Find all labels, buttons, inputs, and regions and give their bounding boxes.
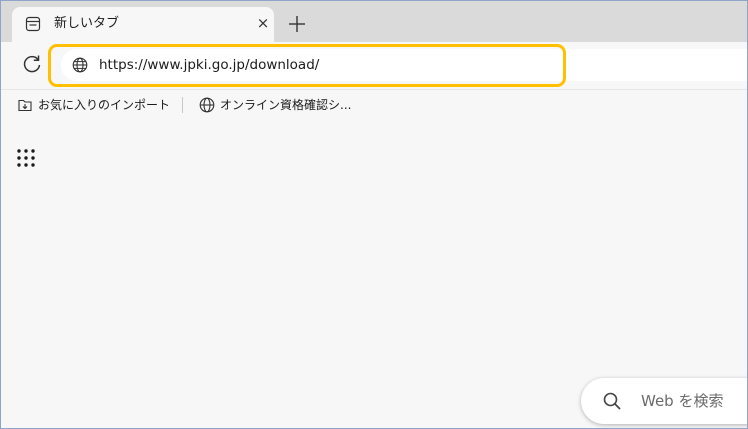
reload-button[interactable] xyxy=(21,53,43,75)
tab-strip: 新しいタブ × xyxy=(1,1,747,42)
toolbar: https://www.jpki.go.jp/download/ xyxy=(1,42,747,88)
browser-window: 新しいタブ × https://www.jpki.go.jp/download/… xyxy=(0,0,748,429)
import-favorites-icon xyxy=(18,99,32,112)
web-search-box[interactable]: Web を検索 xyxy=(581,378,747,424)
search-placeholder: Web を検索 xyxy=(641,392,724,410)
globe-icon xyxy=(199,97,215,113)
close-tab-icon[interactable]: × xyxy=(254,14,272,32)
url-text: https://www.jpki.go.jp/download/ xyxy=(99,57,320,73)
tab-new-tab[interactable]: 新しいタブ × xyxy=(12,7,274,42)
reload-icon xyxy=(23,55,41,73)
favorite-item-online-shikaku[interactable]: オンライン資格確認シ... xyxy=(199,96,359,114)
tab-title: 新しいタブ xyxy=(54,16,120,31)
favorites-import-button[interactable]: お気に入りのインポート xyxy=(17,96,175,114)
address-bar[interactable]: https://www.jpki.go.jp/download/ xyxy=(61,49,747,81)
favorites-import-label: お気に入りのインポート xyxy=(38,98,171,112)
new-tab-button[interactable] xyxy=(286,13,308,35)
new-tab-page: Web を検索 xyxy=(1,120,747,428)
apps-grid-icon xyxy=(17,149,35,167)
favorites-divider xyxy=(182,97,183,113)
plus-icon xyxy=(289,16,305,32)
apps-launcher-button[interactable] xyxy=(16,148,36,168)
globe-icon xyxy=(72,57,88,73)
new-tab-page-icon xyxy=(25,16,41,32)
search-icon xyxy=(602,391,622,411)
favorites-bar: お気に入りのインポート オンライン資格確認シ... xyxy=(1,89,747,121)
favorite-item-label: オンライン資格確認シ... xyxy=(220,98,352,112)
